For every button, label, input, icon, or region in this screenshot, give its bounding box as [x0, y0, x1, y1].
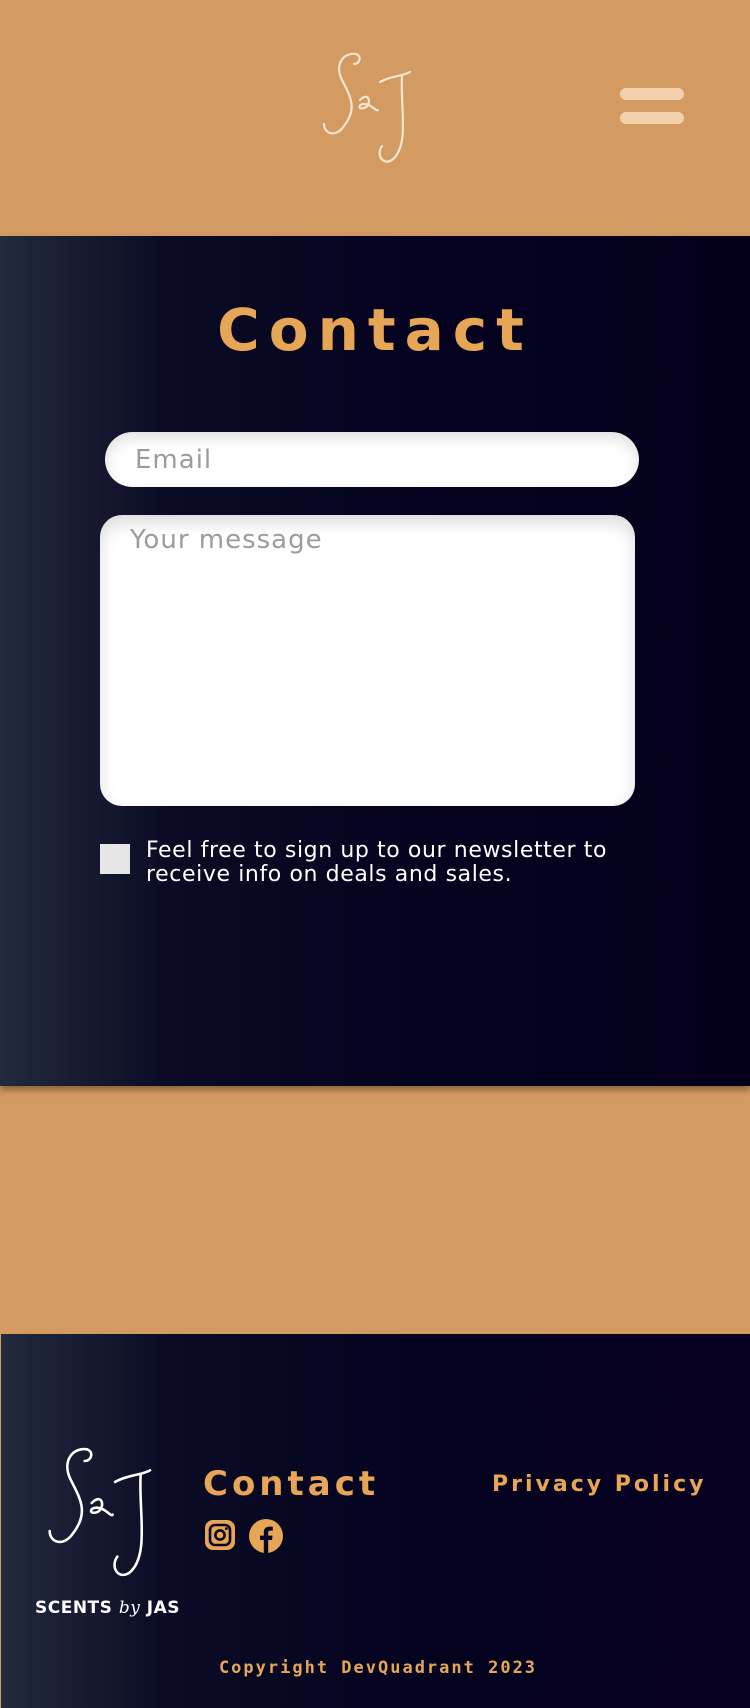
contact-title: Contact — [217, 296, 533, 364]
newsletter-checkbox[interactable] — [100, 844, 130, 874]
sj-logo-icon[interactable] — [318, 46, 418, 166]
copyright-text: Copyright DevQuadrant 2023 — [218, 1658, 538, 1678]
menu-bar-bottom — [620, 112, 684, 124]
site-footer: SCENTS by JAS Contact Privacy Policy Cop… — [1, 1334, 750, 1708]
brand-name: SCENTS by JAS — [35, 1598, 180, 1618]
instagram-icon[interactable] — [205, 1520, 235, 1550]
brand-name-left: SCENTS — [35, 1598, 119, 1618]
privacy-policy-link[interactable]: Privacy Policy — [492, 1472, 706, 1497]
brand-name-by: by — [118, 1598, 141, 1618]
message-field[interactable] — [100, 515, 635, 806]
sj-footer-logo-icon[interactable] — [41, 1440, 161, 1580]
site-header — [0, 0, 750, 236]
contact-section: Contact Feel free to sign up to our news… — [0, 236, 750, 1086]
brand-name-right: JAS — [140, 1598, 180, 1618]
menu-bar-top — [620, 88, 684, 100]
email-field[interactable] — [105, 432, 639, 487]
newsletter-label: Feel free to sign up to our newsletter t… — [146, 838, 608, 887]
hamburger-menu-icon[interactable] — [620, 88, 684, 126]
footer-contact-link[interactable]: Contact — [203, 1464, 379, 1504]
facebook-icon[interactable] — [249, 1519, 283, 1553]
